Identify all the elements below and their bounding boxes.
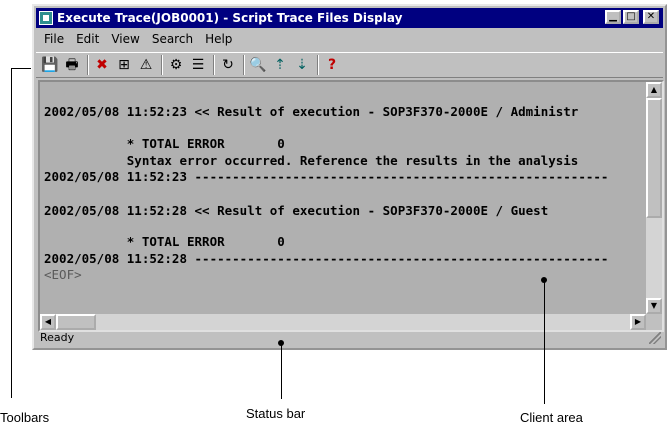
client-area: 2002/05/08 11:52:23 << Result of executi… — [38, 80, 664, 332]
vertical-scroll-thumb[interactable] — [646, 98, 662, 218]
scroll-up-button[interactable]: ▲ — [646, 82, 662, 98]
find-previous-button[interactable]: ⇡ — [270, 55, 290, 75]
minimize-icon: ▁ — [609, 11, 617, 22]
resize-grip-icon[interactable] — [649, 332, 661, 344]
menu-search[interactable]: Search — [146, 32, 199, 46]
trace-line: 2002/05/08 11:52:28 << Result of executi… — [44, 203, 549, 218]
window-title: Execute Trace(JOB0001) - Script Trace Fi… — [57, 11, 403, 25]
app-icon — [39, 11, 53, 25]
client-area-label: Client area — [520, 410, 583, 425]
delete-button[interactable]: ✖ — [92, 55, 112, 75]
find-next-icon: ⇣ — [296, 57, 308, 73]
trace-line: * TOTAL ERROR 0 — [44, 234, 285, 249]
toolbar-separator — [317, 55, 319, 75]
toolbars-callout-arrow — [11, 68, 31, 69]
close-icon: ✕ — [646, 11, 656, 22]
find-icon: 🔍 — [249, 57, 267, 73]
find-previous-icon: ⇡ — [274, 57, 286, 73]
save-button[interactable]: 💾 — [40, 55, 60, 75]
status-text: Ready — [40, 330, 75, 344]
status-bar-callout-line — [281, 344, 282, 399]
error-icon: ⚠ — [139, 57, 153, 73]
toolbar-separator — [87, 55, 89, 75]
toolbars-label: Toolbars — [0, 410, 50, 425]
minimize-button[interactable]: ▁ — [605, 10, 621, 24]
find-next-button[interactable]: ⇣ — [292, 55, 312, 75]
title-bar[interactable]: Execute Trace(JOB0001) - Script Trace Fi… — [36, 8, 663, 28]
search-settings-button[interactable]: ⚙ — [166, 55, 186, 75]
trace-line: 2002/05/08 11:52:23 --------------------… — [44, 169, 609, 184]
menu-help[interactable]: Help — [199, 32, 238, 46]
print-icon: 🖶 — [65, 57, 79, 73]
find-button[interactable]: 🔍 — [248, 55, 268, 75]
toolbar-separator — [213, 55, 215, 75]
error-button[interactable]: ⚠ — [136, 55, 156, 75]
expand-button[interactable]: ⊞ — [114, 55, 134, 75]
maximize-button[interactable]: □ — [623, 10, 639, 24]
menu-bar: File Edit View Search Help — [38, 30, 238, 48]
app-window: Execute Trace(JOB0001) - Script Trace Fi… — [32, 4, 667, 350]
menu-view[interactable]: View — [105, 32, 145, 46]
menu-file[interactable]: File — [38, 32, 70, 46]
maximize-icon: □ — [626, 11, 636, 22]
scroll-down-button[interactable]: ▼ — [646, 298, 662, 314]
trace-line: 2002/05/08 11:52:23 << Result of executi… — [44, 104, 579, 119]
toolbars-callout-line — [11, 68, 12, 398]
expand-icon: ⊞ — [118, 57, 130, 73]
client-area-callout-line — [544, 281, 545, 404]
trace-line: 2002/05/08 11:52:28 --------------------… — [44, 251, 609, 266]
trace-line: * TOTAL ERROR 0 — [44, 136, 285, 151]
close-button[interactable]: ✕ — [643, 10, 659, 24]
help-button[interactable]: ? — [322, 55, 342, 75]
refresh-button[interactable]: ↻ — [218, 55, 238, 75]
list-button[interactable]: ☰ — [188, 55, 208, 75]
toolbar-separator — [243, 55, 245, 75]
refresh-icon: ↻ — [222, 57, 234, 73]
print-button[interactable]: 🖶 — [62, 55, 82, 75]
delete-icon: ✖ — [96, 57, 108, 73]
help-icon: ? — [327, 57, 337, 73]
list-icon: ☰ — [191, 57, 205, 73]
window-controls: ▁ □ ✕ — [605, 10, 659, 24]
toolbar: 💾 🖶 ✖ ⊞ ⚠ ⚙ ☰ ↻ 🔍 ⇡ ⇣? — [36, 52, 663, 78]
status-bar: Ready — [36, 328, 663, 346]
menu-edit[interactable]: Edit — [70, 32, 105, 46]
trace-text-area[interactable]: 2002/05/08 11:52:23 << Result of executi… — [40, 82, 646, 314]
status-bar-label: Status bar — [246, 406, 306, 421]
eof-marker: <EOF> — [44, 267, 82, 282]
toolbar-separator — [161, 55, 163, 75]
trace-line: Syntax error occurred. Reference the res… — [44, 153, 579, 168]
save-icon: 💾 — [41, 57, 59, 73]
vertical-scrollbar[interactable]: ▲ ▼ — [646, 82, 662, 314]
search-settings-icon: ⚙ — [169, 57, 183, 73]
